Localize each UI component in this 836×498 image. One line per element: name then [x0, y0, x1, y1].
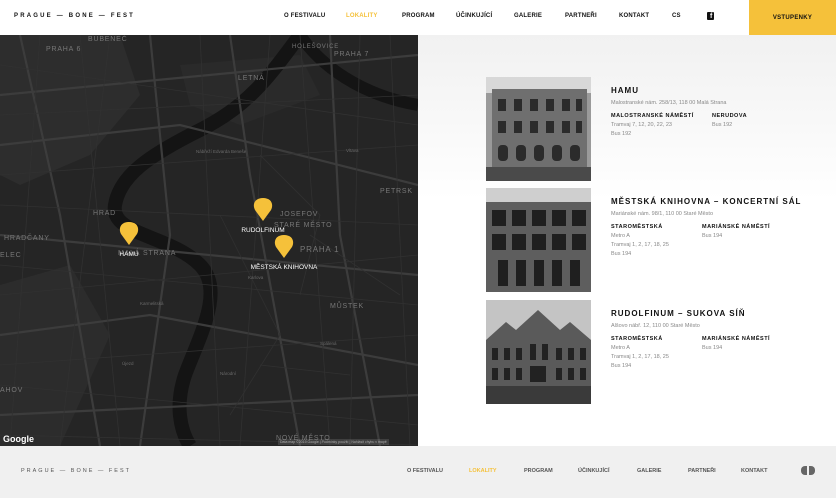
stop-line: Tramvaj 7, 12, 20, 22, 23 — [611, 122, 672, 128]
nav-kontakt[interactable]: KONTAKT — [619, 13, 649, 19]
street-label: Národní — [220, 371, 237, 376]
footer-nav-ucinkujici[interactable]: ÚČINKUJÍCÍ — [578, 468, 609, 474]
map-label: LETNÁ — [238, 73, 265, 82]
stop-name: MARIÁNSKÉ NÁMĚSTÍ — [702, 336, 771, 342]
map-canvas[interactable]: BUBENEČ PRAHA 6 PRAHA 7 LETNÁ HOLEŠOVICE… — [0, 35, 418, 446]
street-label: Karmelitská — [140, 301, 164, 306]
stop: MARIÁNSKÉ NÁMĚSTÍ Bus 194 — [702, 336, 770, 353]
venue-name: RUDOLFINUM – SUKOVA SÍŇ — [611, 309, 746, 318]
facebook-icon[interactable]: f — [707, 12, 714, 20]
marker-hamu[interactable]: HAMU — [119, 222, 139, 258]
venue-photo — [486, 188, 591, 292]
street-label: Karlova — [248, 275, 264, 280]
map-label: MŮSTEK — [330, 301, 364, 310]
language-switch[interactable]: CS — [672, 13, 681, 19]
venue-name: MĚSTSKÁ KNIHOVNA – KONCERTNÍ SÁL — [611, 197, 802, 206]
map-label: PRAHA 6 — [46, 46, 81, 53]
street-label: Vltava — [346, 148, 359, 153]
nav-ucinkujici[interactable]: ÚČINKUJÍCÍ — [456, 13, 492, 19]
map-label: HOLEŠOVICE — [292, 43, 339, 50]
map-label: BUBENEČ — [88, 35, 127, 43]
venue-address: Malostranské nám. 258/13, 118 00 Malá St… — [611, 100, 727, 106]
nav-galerie[interactable]: GALERIE — [514, 13, 542, 19]
nav-lokality[interactable]: LOKALITY — [346, 13, 378, 19]
stop-line: Bus 194 — [611, 251, 632, 257]
footer-nav-o-festivalu[interactable]: O FESTIVALU — [407, 468, 443, 474]
footer-nav-kontakt[interactable]: KONTAKT — [741, 468, 767, 474]
street-label: Nábřeží Edvarda Beneše — [196, 149, 247, 154]
transport-stops: MALOSTRANSKÉ NÁMĚSTÍ Tramvaj 7, 12, 20, … — [611, 113, 791, 153]
stop: STAROMĚSTSKÁ Metro A Tramvaj 1, 2, 17, 1… — [611, 336, 669, 371]
map-label: HRAD — [93, 210, 116, 217]
stop-line: Tramvaj 1, 2, 17, 18, 25 — [611, 242, 669, 248]
marker-label: MĚSTSKÁ KNIHOVNA — [251, 262, 318, 271]
venue-map[interactable]: BUBENEČ PRAHA 6 PRAHA 7 LETNÁ HOLEŠOVICE… — [0, 35, 418, 446]
map-label: PRAHA 7 — [334, 51, 369, 58]
venue-address: Alšovo nábř. 12, 110 00 Staré Město — [611, 323, 700, 329]
stop-name: STAROMĚSTSKÁ — [611, 336, 663, 342]
footer-nav-partneri[interactable]: PARTNEŘI — [688, 468, 716, 474]
map-label: ELEC — [0, 252, 22, 259]
stop-name: STAROMĚSTSKÁ — [611, 224, 663, 230]
street-label: Spálená — [320, 341, 337, 346]
stop: NERUDOVA Bus 192 — [712, 113, 747, 130]
google-logo: Google — [3, 434, 34, 444]
stop-line: Bus 192 — [712, 122, 733, 128]
marker-label: RUDOLFINUM — [241, 227, 284, 234]
venue-info: RUDOLFINUM – SUKOVA SÍŇ Alšovo nábř. 12,… — [611, 309, 791, 376]
venue-photo — [486, 300, 591, 404]
map-label: AHOV — [0, 387, 23, 394]
site-header: PRAGUE — BONE — FEST O FESTIVALU LOKALIT… — [0, 0, 836, 35]
stop-name: MALOSTRANSKÉ NÁMĚSTÍ — [611, 113, 694, 119]
nav-program[interactable]: PROGRAM — [402, 13, 435, 19]
map-label: PRAHA 1 — [300, 245, 339, 254]
street-label: Újezd — [122, 360, 134, 366]
transport-stops: STAROMĚSTSKÁ Metro A Tramvaj 1, 2, 17, 1… — [611, 224, 791, 264]
stop: MALOSTRANSKÉ NÁMĚSTÍ Tramvaj 7, 12, 20, … — [611, 113, 694, 139]
site-footer: PRAGUE — BONE — FEST O FESTIVALU LOKALIT… — [0, 446, 836, 498]
footer-nav-program[interactable]: PROGRAM — [524, 468, 553, 474]
stop-line: Bus 194 — [611, 363, 632, 369]
stop-line: Metro A — [611, 233, 630, 239]
transport-stops: STAROMĚSTSKÁ Metro A Tramvaj 1, 2, 17, 1… — [611, 336, 791, 376]
stop-line: Tramvaj 1, 2, 17, 18, 25 — [611, 354, 669, 360]
tickets-button[interactable]: VSTUPENKY — [749, 0, 836, 35]
venue-info: MĚSTSKÁ KNIHOVNA – KONCERTNÍ SÁL Mariáns… — [611, 197, 802, 264]
map-label: PETRSK — [380, 188, 413, 195]
footer-logo[interactable]: PRAGUE — BONE — FEST — [21, 468, 131, 474]
nav-o-festivalu[interactable]: O FESTIVALU — [284, 13, 325, 19]
stop-line: Metro A — [611, 345, 630, 351]
venue-address: Mariánské nám. 98/1, 110 00 Staré Město — [611, 211, 714, 217]
stop-line: Bus 194 — [702, 233, 723, 239]
marker-rudolfinum[interactable]: RUDOLFINUM — [241, 198, 285, 234]
stop-name: MARIÁNSKÉ NÁMĚSTÍ — [702, 224, 771, 230]
map-label: JOSEFOV — [280, 211, 318, 218]
footer-nav-lokality[interactable]: LOKALITY — [469, 468, 497, 474]
stop: STAROMĚSTSKÁ Metro A Tramvaj 1, 2, 17, 1… — [611, 224, 669, 259]
stop-line: Bus 192 — [611, 131, 632, 137]
map-label: HRADČANY — [4, 233, 50, 242]
marker-label: HAMU — [119, 251, 138, 258]
stop-line: Bus 194 — [702, 345, 723, 351]
nav-partneri[interactable]: PARTNEŘI — [565, 13, 597, 19]
venue-info: HAMU Malostranské nám. 258/13, 118 00 Ma… — [611, 86, 791, 153]
stop: MARIÁNSKÉ NÁMĚSTÍ Bus 194 — [702, 224, 770, 241]
venue-name: HAMU — [611, 86, 639, 95]
map-attribution[interactable]: Data map ©2019 Google | Podmínky použití… — [278, 439, 389, 445]
toggle-icon[interactable] — [801, 466, 815, 475]
venue-photo — [486, 77, 591, 181]
footer-nav-galerie[interactable]: GALERIE — [637, 468, 661, 474]
stop-name: NERUDOVA — [712, 113, 748, 119]
